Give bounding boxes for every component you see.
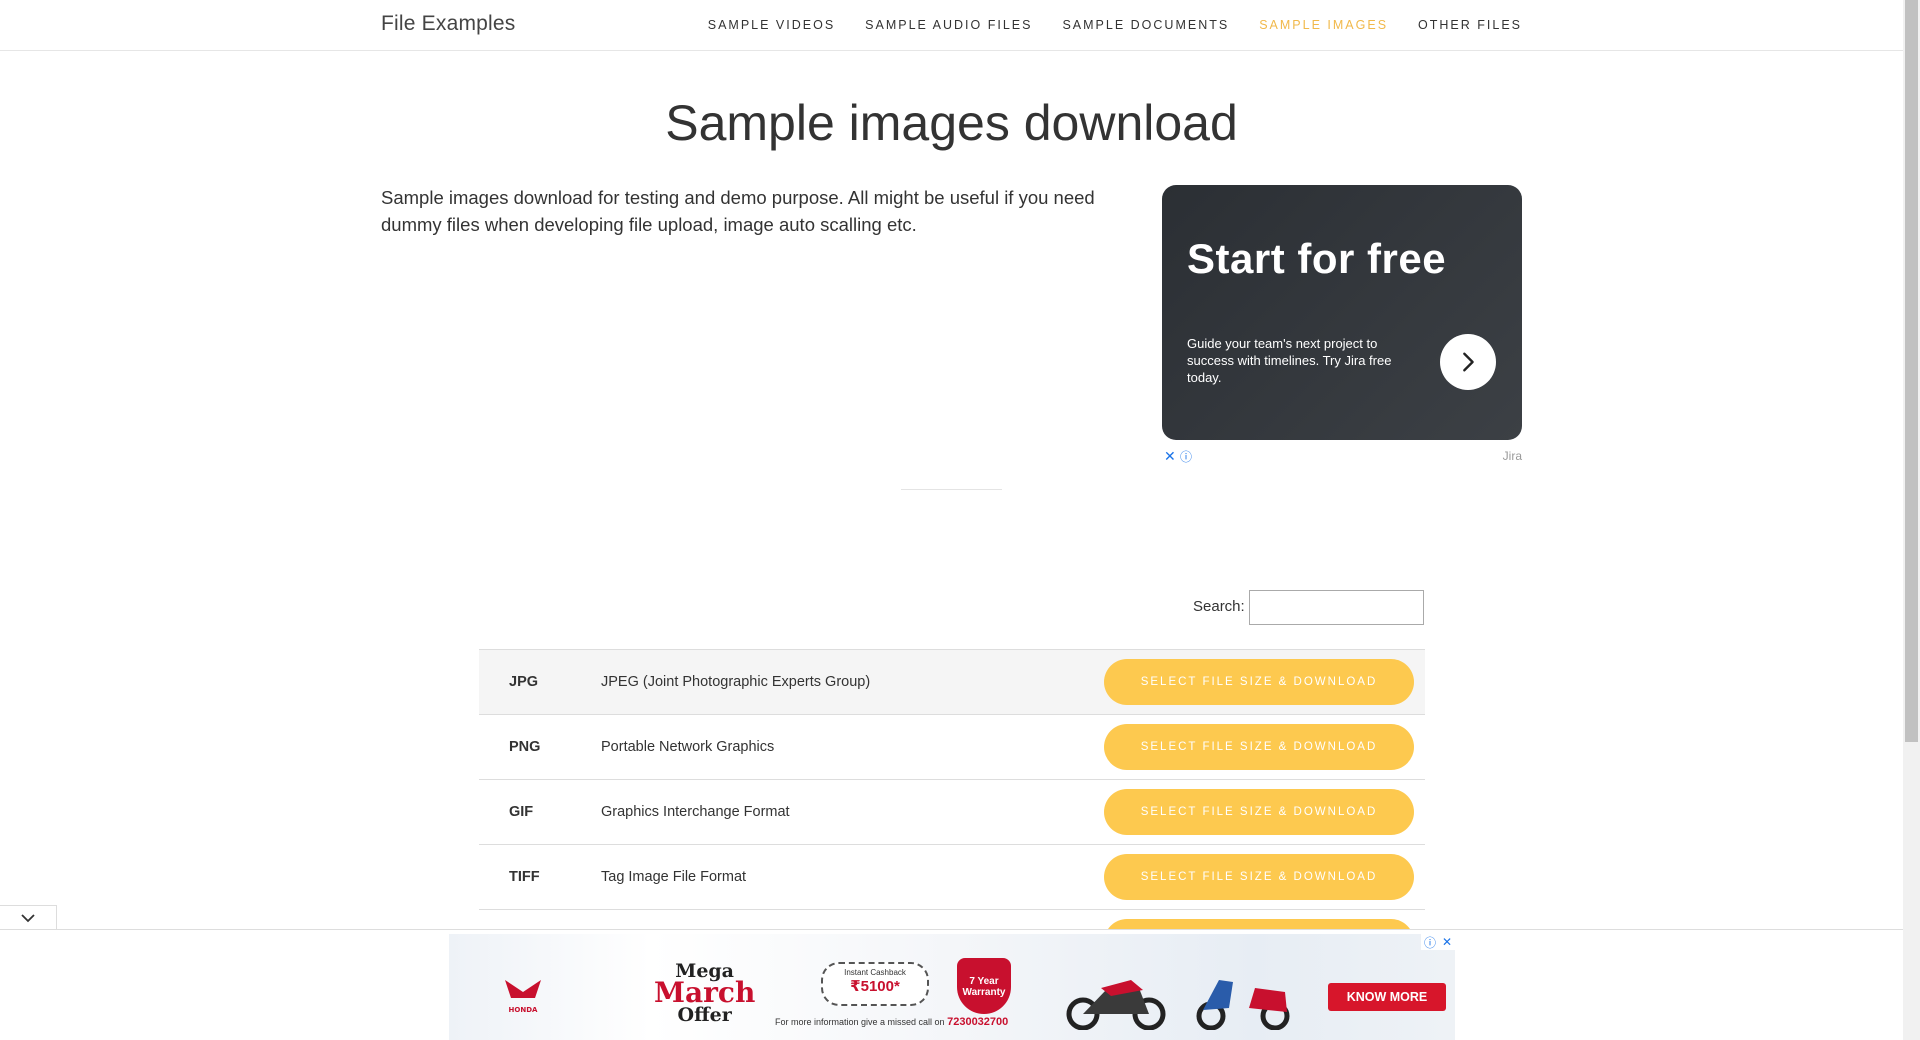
table-row-partial [479, 909, 1425, 929]
nav-sample-documents[interactable]: SAMPLE DOCUMENTS [1062, 18, 1229, 32]
anchor-ad-choices[interactable]: ⓘ ✕ [1421, 934, 1455, 950]
file-description: Portable Network Graphics [601, 739, 775, 755]
site-brand[interactable]: File Examples [381, 12, 515, 36]
cashback-label: Instant Cashback [844, 968, 906, 977]
table-row: PNG Portable Network Graphics SELECT FIL… [479, 714, 1425, 779]
file-table: JPG JPEG (Joint Photographic Experts Gro… [479, 649, 1425, 929]
download-button[interactable]: SELECT FILE SIZE & DOWNLOAD [1104, 659, 1414, 705]
nav-sample-images[interactable]: SAMPLE IMAGES [1259, 18, 1388, 32]
intro-text: Sample images download for testing and d… [381, 187, 1095, 235]
ad-meta: ✕ ⓘ Jira [1162, 448, 1522, 464]
ad-text: Guide your team's next project to succes… [1187, 336, 1392, 385]
download-button[interactable]: SELECT FILE SIZE & DOWNLOAD [1104, 789, 1414, 835]
table-row: JPG JPEG (Joint Photographic Experts Gro… [479, 649, 1425, 714]
adchoices-icon[interactable]: ⓘ [1424, 934, 1436, 951]
search-input[interactable] [1249, 590, 1424, 625]
scrollbar-thumb[interactable] [1905, 0, 1918, 742]
table-row: TIFF Tag Image File Format SELECT FILE S… [479, 844, 1425, 909]
offer-march: March [654, 976, 756, 1009]
section-divider [901, 489, 1002, 490]
svg-text:HONDA: HONDA [509, 1006, 538, 1014]
anchor-ad-close-icon[interactable]: ✕ [1442, 935, 1452, 949]
know-more-button[interactable]: KNOW MORE [1328, 983, 1446, 1011]
file-description: Tag Image File Format [601, 869, 747, 885]
offer-fine-print: For more information give a missed call … [775, 1016, 1008, 1028]
download-button[interactable]: SELECT FILE SIZE & DOWNLOAD [1104, 724, 1414, 770]
fine-print-text: For more information give a missed call … [775, 1017, 945, 1027]
cashback-amount: ₹5100* [850, 978, 900, 995]
download-button-partial[interactable] [1104, 919, 1414, 929]
ad-info-icon[interactable]: ⓘ [1180, 448, 1192, 465]
download-button[interactable]: SELECT FILE SIZE & DOWNLOAD [1104, 854, 1414, 900]
main-nav: SAMPLE VIDEOS SAMPLE AUDIO FILES SAMPLE … [708, 18, 1522, 32]
ad-brand-label: Jira [1502, 449, 1522, 463]
table-row: GIF Graphics Interchange Format SELECT F… [479, 779, 1425, 844]
nav-sample-audio-files[interactable]: SAMPLE AUDIO FILES [865, 18, 1032, 32]
file-extension: GIF [509, 804, 534, 820]
file-description: JPEG (Joint Photographic Experts Group) [601, 674, 871, 690]
offer-label: Offer [677, 1004, 732, 1026]
honda-logo: HONDA [505, 980, 541, 1014]
file-description: Graphics Interchange Format [601, 804, 790, 820]
search-label: Search: [1193, 598, 1245, 615]
chevron-down-icon [21, 914, 35, 923]
nav-other-files[interactable]: OTHER FILES [1418, 18, 1522, 32]
warranty-shield: 7 Year Warranty [957, 958, 1011, 1014]
page-title: Sample images download [665, 95, 1238, 151]
side-ad[interactable]: Start for free Guide your team's next pr… [1162, 185, 1522, 440]
anchor-ad-collapse-button[interactable] [0, 905, 57, 930]
motorcycle-image [1066, 980, 1166, 1030]
cashback-badge: Instant Cashback ₹5100* [821, 962, 929, 1006]
chevron-right-icon [1463, 352, 1474, 372]
anchor-ad-banner[interactable]: HONDA Mega March Offer Instant Cashback … [449, 934, 1455, 1040]
ad-close-icon[interactable]: ✕ [1164, 448, 1176, 465]
file-extension: JPG [509, 674, 539, 690]
nav-sample-videos[interactable]: SAMPLE VIDEOS [708, 18, 835, 32]
file-extension: TIFF [509, 869, 540, 885]
offer-phone: 7230032700 [947, 1016, 1009, 1028]
page-scrollbar[interactable] [1903, 0, 1920, 1040]
file-extension: PNG [509, 739, 541, 755]
ad-arrow-button[interactable] [1440, 334, 1496, 390]
scooter-image [1196, 980, 1290, 1030]
site-header: File Examples SAMPLE VIDEOS SAMPLE AUDIO… [0, 0, 1903, 51]
ad-title: Start for free [1187, 235, 1447, 282]
offer-headline: Mega March Offer [654, 962, 756, 1026]
